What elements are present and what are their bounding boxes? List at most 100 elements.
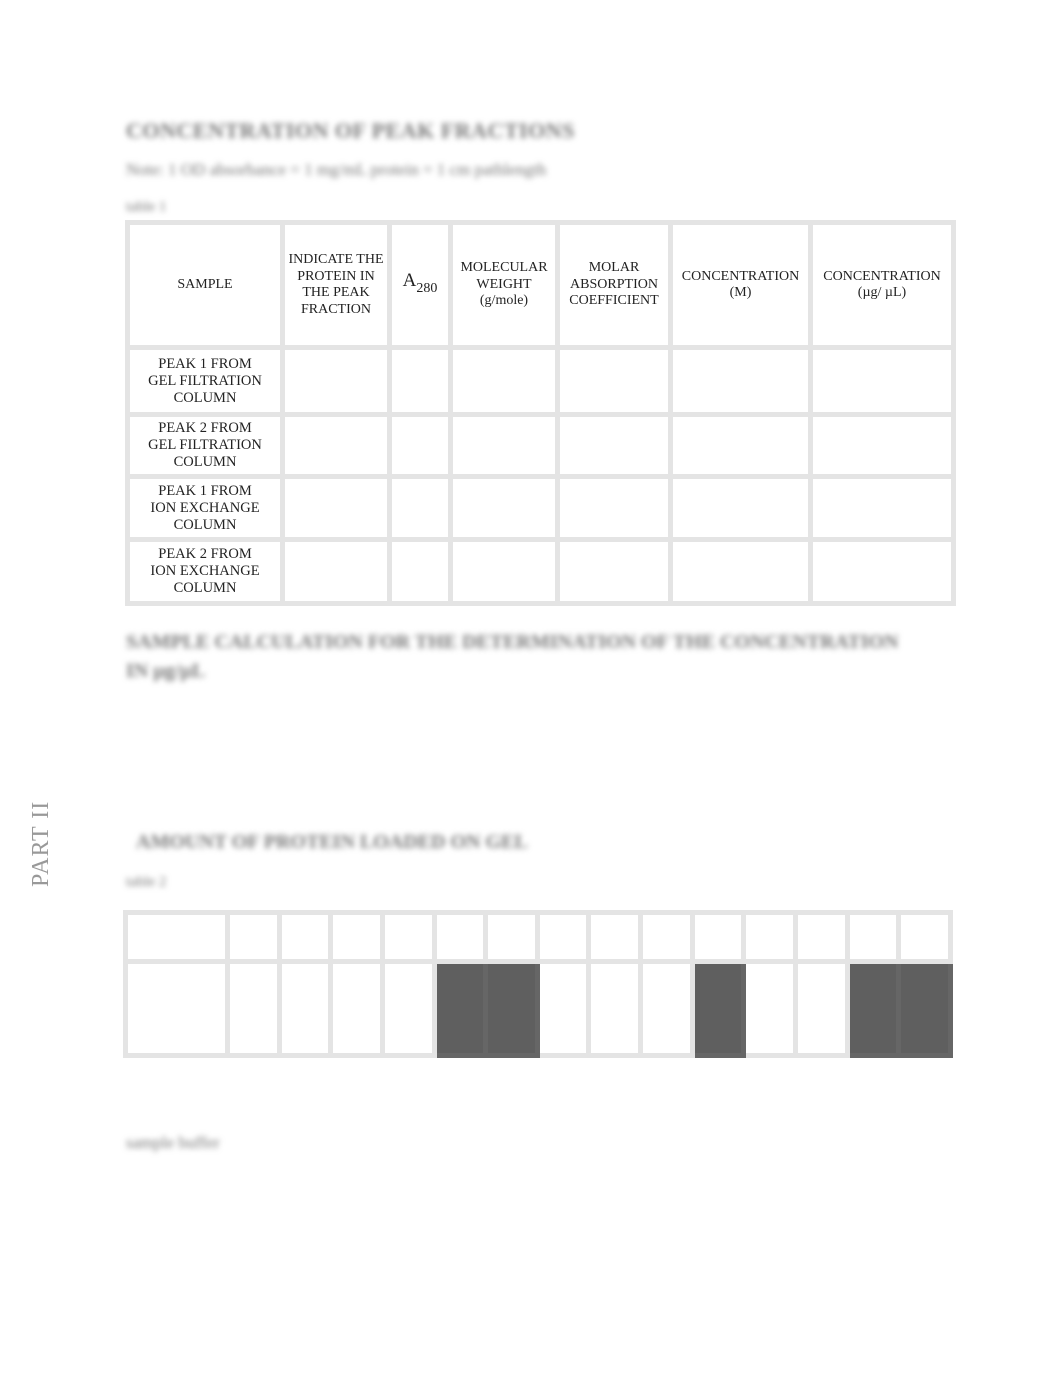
header-molar-absorption: MOLAR ABSORPTION COEFFICIENT: [555, 220, 673, 350]
part-label: PART II: [28, 800, 54, 887]
table-row: PEAK 2 FROM GEL FILTRATION COLUMN: [125, 412, 956, 479]
lane-body-row: [123, 959, 953, 1058]
protein-cell[interactable]: [280, 537, 392, 606]
sample-label-line: PEAK 2 FROM: [158, 546, 252, 562]
conc-m-cell[interactable]: [668, 537, 813, 606]
header-concentration-m: CONCENTRATION (M): [668, 220, 813, 350]
section-note: Note: 1 OD absorbance = 1 mg/mL protein …: [126, 160, 547, 179]
mw-cell[interactable]: [448, 412, 560, 479]
conc-m-cell[interactable]: [668, 412, 813, 479]
sample-label-line: PEAK 1 FROM: [158, 355, 252, 372]
lane-cell[interactable]: [328, 959, 385, 1058]
sample-label-line: ION EXCHANGE: [150, 563, 260, 579]
conc-ug-label: CONCENTRATION: [823, 268, 941, 284]
lane-cell[interactable]: [793, 959, 850, 1058]
lane-header-cell[interactable]: [225, 910, 282, 964]
lane-header-cell[interactable]: [431, 910, 489, 964]
lane-cell[interactable]: [689, 959, 747, 1058]
lane-cell[interactable]: [276, 959, 334, 1058]
conc-ug-unit: (µg/ µL): [857, 285, 907, 300]
lane-header-cell[interactable]: [741, 910, 799, 964]
section-title: CONCENTRATION OF PEAK FRACTIONS: [126, 118, 575, 143]
mw-unit: (g/mole): [479, 293, 529, 309]
mw-cell[interactable]: [448, 537, 560, 606]
conc-ug-cell[interactable]: [808, 412, 956, 479]
lane-cell[interactable]: [896, 959, 953, 1058]
lane-header-cell[interactable]: [276, 910, 334, 964]
a280-cell[interactable]: [387, 537, 453, 606]
lane-header-cell[interactable]: [379, 910, 437, 964]
part2-title: AMOUNT OF PROTEIN LOADED ON GEL: [136, 831, 528, 853]
conc-m-cell[interactable]: [668, 474, 813, 542]
conc-m-cell[interactable]: [668, 345, 813, 417]
lane-cell[interactable]: [225, 959, 282, 1058]
lane-cell[interactable]: [379, 959, 437, 1058]
lane-cell[interactable]: [844, 959, 902, 1058]
molar-abs-cell[interactable]: [555, 345, 673, 417]
lane-cell[interactable]: [741, 959, 799, 1058]
sample-buffer-label: sample buffer: [126, 1133, 220, 1152]
table-row: PEAK 1 FROM GEL FILTRATION COLUMN: [125, 345, 956, 417]
header-concentration-ug: CONCENTRATION (µg/ µL): [808, 220, 956, 350]
lane-cell[interactable]: [586, 959, 644, 1058]
lane-cell[interactable]: [483, 959, 540, 1058]
peak-concentration-table: SAMPLE INDICATE THE PROTEIN IN THE PEAK …: [125, 220, 956, 606]
sample-label-line: COLUMN: [173, 580, 237, 596]
protein-cell[interactable]: [280, 412, 392, 479]
sample-cell: PEAK 2 FROM ION EXCHANGE COLUMN: [125, 537, 285, 606]
sample-label-line: GEL FILTRATION: [148, 437, 262, 453]
lane-header-cell[interactable]: [896, 910, 953, 964]
conc-ug-cell[interactable]: [808, 537, 956, 606]
sample-label-line: PEAK 1 FROM: [158, 482, 252, 499]
lane-cell[interactable]: [534, 959, 592, 1058]
sample-label-line: GEL FILTRATION: [148, 372, 262, 389]
molar-abs-cell[interactable]: [555, 474, 673, 542]
lane-header-cell[interactable]: [638, 910, 695, 964]
header-molecular-weight: MOLECULAR WEIGHT (g/mole): [448, 220, 560, 350]
lane-header-cell[interactable]: [793, 910, 850, 964]
table-1-label: table 1: [126, 199, 167, 215]
header-a280: A280: [387, 220, 453, 350]
a280-main: A: [402, 269, 417, 291]
table-row: PEAK 2 FROM ION EXCHANGE COLUMN: [125, 537, 956, 606]
lane-cell[interactable]: [638, 959, 695, 1058]
conc-ug-cell[interactable]: [808, 474, 956, 542]
molar-abs-cell[interactable]: [555, 412, 673, 479]
lane-cell[interactable]: [431, 959, 489, 1058]
conc-m-unit: (M): [729, 285, 752, 300]
calculation-heading: SAMPLE CALCULATION FOR THE DETERMINATION…: [126, 631, 899, 682]
sample-label-line: ION EXCHANGE: [150, 499, 260, 516]
sample-cell: PEAK 1 FROM ION EXCHANGE COLUMN: [125, 474, 285, 542]
conc-m-label: CONCENTRATION: [681, 268, 800, 284]
conc-ug-cell[interactable]: [808, 345, 956, 417]
protein-cell[interactable]: [280, 474, 392, 542]
molar-abs-cell[interactable]: [555, 537, 673, 606]
sample-cell: PEAK 1 FROM GEL FILTRATION COLUMN: [125, 345, 285, 417]
lane-header-cell[interactable]: [534, 910, 592, 964]
lane-header-cell[interactable]: [483, 910, 540, 964]
a280-cell[interactable]: [387, 474, 453, 542]
sample-label-line: COLUMN: [173, 516, 237, 533]
sample-label-line: COLUMN: [173, 389, 237, 406]
lane-header-cell[interactable]: [689, 910, 747, 964]
protein-cell[interactable]: [280, 345, 392, 417]
table-2-label: table 2: [126, 874, 167, 890]
mw-cell[interactable]: [448, 345, 560, 417]
sample-cell: PEAK 2 FROM GEL FILTRATION COLUMN: [125, 412, 285, 479]
sample-label-line: COLUMN: [173, 454, 237, 470]
row-label-cell: [123, 959, 230, 1058]
a280-cell[interactable]: [387, 345, 453, 417]
lane-header-cell[interactable]: [586, 910, 644, 964]
sample-label-line: PEAK 2 FROM: [158, 420, 252, 436]
a280-sub: 280: [416, 280, 438, 296]
gel-loading-table: [123, 910, 953, 1058]
lane-header-cell[interactable]: [844, 910, 902, 964]
mw-cell[interactable]: [448, 474, 560, 542]
lane-header-cell[interactable]: [328, 910, 385, 964]
header-sample: SAMPLE: [125, 220, 285, 350]
table-row: PEAK 1 FROM ION EXCHANGE COLUMN: [125, 474, 956, 542]
header-protein: INDICATE THE PROTEIN IN THE PEAK FRACTIO…: [280, 220, 392, 350]
lane-header-row: [123, 910, 953, 964]
row-label-cell: [123, 910, 230, 964]
a280-cell[interactable]: [387, 412, 453, 479]
